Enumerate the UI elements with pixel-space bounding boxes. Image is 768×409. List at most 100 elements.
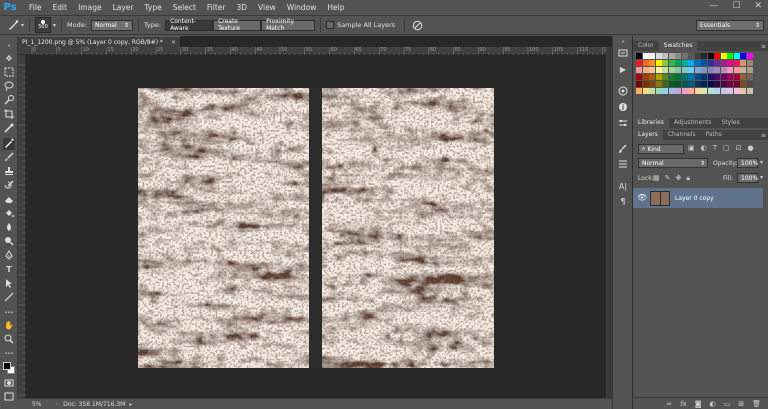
swatch[interactable]: [720, 88, 727, 94]
swatch[interactable]: [642, 88, 649, 94]
swatch[interactable]: [740, 81, 746, 87]
menu-select[interactable]: Select: [173, 3, 196, 12]
fill-field[interactable]: 100%: [737, 173, 758, 183]
smart-object-filter-icon[interactable]: ⊡: [736, 144, 742, 152]
swatch[interactable]: [746, 74, 753, 80]
swatch[interactable]: [636, 74, 642, 80]
shape-filter-icon[interactable]: ▢: [723, 144, 730, 152]
menu-help[interactable]: Help: [327, 3, 344, 12]
adjustment-filter-icon[interactable]: ◐: [701, 144, 707, 152]
type-tool-icon[interactable]: T: [3, 264, 15, 276]
fx-icon[interactable]: fx: [680, 400, 687, 408]
history-panel-icon[interactable]: [617, 48, 629, 60]
mask-icon[interactable]: ◙: [695, 400, 702, 408]
swatch[interactable]: [649, 81, 655, 87]
swatch[interactable]: [701, 67, 707, 73]
info-icon[interactable]: ◦: [56, 401, 60, 408]
swatch[interactable]: [714, 60, 720, 66]
swatch[interactable]: [649, 67, 655, 73]
lock-image-icon[interactable]: ✎: [665, 174, 671, 183]
lasso-tool-icon[interactable]: [3, 81, 15, 93]
info-panel-icon[interactable]: [617, 102, 629, 114]
swatch[interactable]: [707, 81, 714, 87]
document-tab[interactable]: PI_1_1200.png @ 5% (Layer 0 copy, RGB/8#…: [18, 36, 180, 47]
swatch[interactable]: [636, 53, 642, 59]
swatch[interactable]: [681, 81, 688, 87]
swatch[interactable]: [681, 60, 688, 66]
brush-size-picker[interactable]: 500: [35, 17, 52, 33]
swatch[interactable]: [675, 60, 681, 66]
close-button[interactable]: ✕: [754, 1, 762, 11]
menu-type[interactable]: Type: [145, 3, 162, 12]
swatch[interactable]: [649, 88, 655, 94]
swatch[interactable]: [688, 74, 694, 80]
chevron-down-icon[interactable]: ▾: [760, 159, 763, 166]
tab-adjustments[interactable]: Adjustments: [669, 118, 717, 128]
swatch[interactable]: [668, 81, 675, 87]
menu-layer[interactable]: Layer: [113, 3, 134, 12]
screen-mode-icon[interactable]: [3, 392, 15, 404]
swatch[interactable]: [727, 88, 733, 94]
swatch[interactable]: [694, 60, 701, 66]
swatch[interactable]: [707, 60, 714, 66]
swatch[interactable]: [662, 81, 668, 87]
swatch[interactable]: [701, 60, 707, 66]
menu-filter[interactable]: Filter: [207, 3, 226, 12]
chevron-down-icon[interactable]: ▾: [53, 22, 56, 29]
swatch[interactable]: [740, 53, 746, 59]
swatch[interactable]: [733, 60, 740, 66]
tab-paths[interactable]: Paths: [701, 130, 727, 140]
pen-tool-icon[interactable]: [3, 250, 15, 262]
swatch[interactable]: [714, 74, 720, 80]
swatch[interactable]: [688, 81, 694, 87]
pressure-brush-icon[interactable]: [410, 18, 424, 32]
lock-all-icon[interactable]: 🔒︎: [686, 174, 690, 183]
marquee-tool-icon[interactable]: [3, 67, 15, 79]
swatches-grid[interactable]: [636, 53, 754, 123]
maximize-button[interactable]: ☐: [732, 1, 740, 11]
mode-dropdown[interactable]: Normal ⇕: [90, 19, 133, 31]
swatch[interactable]: [668, 53, 675, 59]
swatch[interactable]: [688, 53, 694, 59]
brush-tool-icon[interactable]: [3, 152, 15, 164]
swatch[interactable]: [746, 81, 753, 87]
swatch[interactable]: [746, 60, 753, 66]
menu-image[interactable]: Image: [78, 3, 102, 12]
swatch[interactable]: [675, 67, 681, 73]
opacity-field[interactable]: 100%: [737, 158, 758, 168]
swatch[interactable]: [707, 88, 714, 94]
swatch[interactable]: [675, 53, 681, 59]
swatch[interactable]: [727, 81, 733, 87]
swatch[interactable]: [720, 60, 727, 66]
swatch[interactable]: [642, 53, 649, 59]
swatch[interactable]: [707, 67, 714, 73]
link-icon[interactable]: ∞: [666, 400, 672, 408]
quick-selection-tool-icon[interactable]: [3, 95, 15, 107]
content-aware-button[interactable]: Content-Aware: [165, 18, 214, 32]
swatch[interactable]: [642, 74, 649, 80]
swatch[interactable]: [733, 74, 740, 80]
more-tools-icon[interactable]: •••: [3, 348, 15, 360]
filter-toggle-icon[interactable]: ●: [748, 144, 754, 152]
swatch[interactable]: [727, 60, 733, 66]
menu-edit[interactable]: Edit: [53, 3, 68, 12]
swatch[interactable]: [727, 67, 733, 73]
crop-tool-icon[interactable]: [3, 109, 15, 121]
actions-panel-icon[interactable]: ▶: [617, 64, 629, 76]
layer-name[interactable]: Layer 0 copy: [675, 195, 714, 202]
document-image[interactable]: [138, 88, 494, 368]
blur-tool-icon[interactable]: [3, 222, 15, 234]
swatch[interactable]: [649, 74, 655, 80]
chevron-down-icon[interactable]: ▾: [760, 174, 763, 181]
swatch[interactable]: [655, 67, 662, 73]
swatch[interactable]: [694, 74, 701, 80]
swatch[interactable]: [707, 74, 714, 80]
swatch[interactable]: [636, 60, 642, 66]
lock-transparent-icon[interactable]: ▦: [653, 174, 660, 183]
spot-healing-brush-icon[interactable]: [6, 18, 20, 32]
pixel-filter-icon[interactable]: ▣: [688, 144, 695, 152]
swatch[interactable]: [720, 74, 727, 80]
swatch[interactable]: [740, 74, 746, 80]
paint-bucket-tool-icon[interactable]: [3, 208, 15, 220]
swatch[interactable]: [733, 81, 740, 87]
